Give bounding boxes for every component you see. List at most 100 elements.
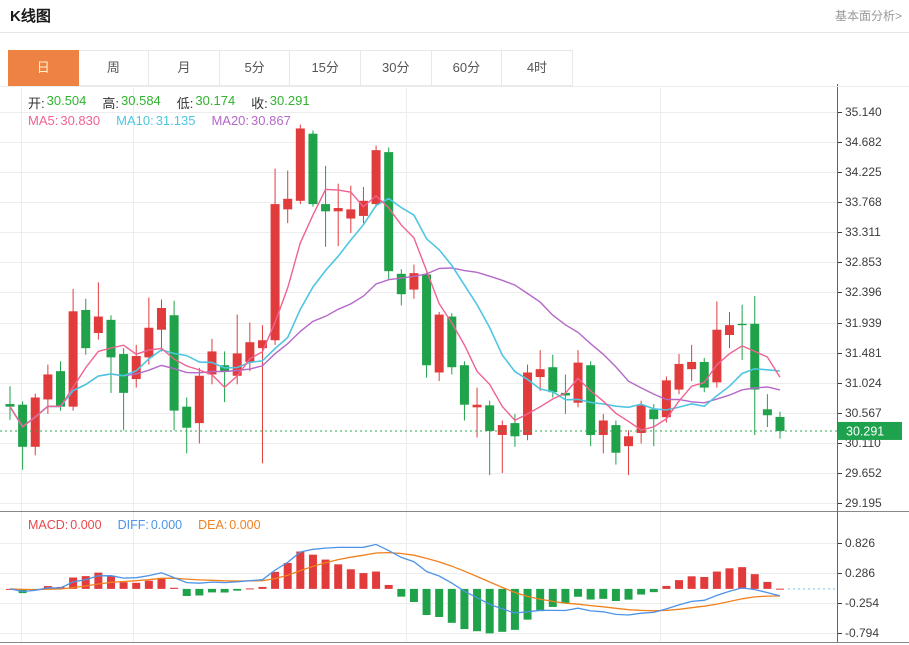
high-readout: 高:30.584 [102, 93, 160, 112]
ma20-readout: MA20:30.867 [211, 113, 290, 128]
macd-bar [397, 589, 405, 597]
ma5-label: MA5: [28, 113, 58, 128]
ohlc-readout: 开:30.504 高:30.584 低:30.174 收:30.291 [28, 93, 326, 112]
candle-down [106, 320, 115, 357]
tab-4时[interactable]: 4时 [502, 50, 573, 86]
macd-bar [385, 585, 393, 589]
header-divider [0, 32, 909, 33]
macd-bar [561, 589, 569, 604]
macd-bar [549, 589, 557, 607]
candle-down [586, 365, 595, 435]
price-tick-label: 34.225 [845, 165, 882, 179]
dea-value: 0.000 [229, 518, 260, 532]
macd-bar [524, 589, 532, 620]
candle-up [195, 376, 204, 423]
tab-5分[interactable]: 5分 [220, 50, 291, 86]
macd-bar [675, 580, 683, 589]
macd-bar [372, 572, 380, 589]
candle-down [6, 404, 15, 407]
macd-bar [233, 589, 241, 591]
macd-tick-label: -0.794 [845, 626, 879, 640]
macd-tick-label: 0.286 [845, 566, 875, 580]
macd-bar [776, 589, 784, 590]
ma20-label: MA20: [211, 113, 249, 128]
candles[interactable] [6, 124, 785, 475]
macd-bar [359, 573, 367, 589]
open-readout: 开:30.504 [28, 93, 86, 112]
open-value: 30.504 [47, 93, 87, 112]
price-tick-label: 33.768 [845, 195, 882, 209]
tab-15分[interactable]: 15分 [290, 50, 361, 86]
macd-bar [763, 582, 771, 589]
candle-up [346, 209, 355, 218]
candle-down [611, 425, 620, 453]
macd-bar [662, 586, 670, 589]
ma5-value: 30.830 [60, 113, 100, 128]
macd-bar [713, 572, 721, 589]
candle-up [283, 199, 292, 210]
candle-up [473, 405, 482, 408]
macd-bar [271, 572, 279, 589]
diff-label: DIFF: [118, 518, 149, 532]
header: K线图 基本面分析> [10, 5, 902, 26]
macd-bar [612, 589, 620, 601]
interval-tabs: 日周月5分15分30分60分4时 [8, 50, 573, 86]
diff-line [10, 544, 780, 615]
candle-up [498, 425, 507, 435]
macd-bar [448, 589, 456, 623]
candle-up [435, 315, 444, 373]
macd-bar [637, 589, 645, 595]
diff-value: 0.000 [151, 518, 182, 532]
open-label: 开: [28, 93, 45, 112]
macd-bar [132, 583, 140, 589]
price-tick-label: 32.853 [845, 255, 882, 269]
ma10-value: 31.135 [156, 113, 196, 128]
candle-down [776, 417, 785, 431]
macd-tick-label: 0.826 [845, 536, 875, 550]
candle-up [43, 374, 52, 399]
tab-月[interactable]: 月 [149, 50, 220, 86]
macd-readout: MACD:0.000 DIFF:0.000 DEA:0.000 [28, 518, 277, 532]
high-label: 高: [102, 93, 119, 112]
candle-down [422, 274, 431, 365]
tab-30分[interactable]: 30分 [361, 50, 432, 86]
candle-down [510, 423, 519, 436]
macd-bar [94, 573, 102, 589]
price-tick-label: 31.481 [845, 346, 882, 360]
macd-bar [221, 589, 229, 593]
macd-bar [650, 589, 658, 592]
page-title: K线图 [10, 5, 51, 26]
tab-60分[interactable]: 60分 [432, 50, 503, 86]
macd-bar [120, 582, 128, 589]
ma-readout: MA5:30.830 MA10:31.135 MA20:30.867 [28, 113, 307, 128]
candle-down [170, 315, 179, 410]
price-tick-label: 32.396 [845, 285, 882, 299]
candle-down [308, 134, 317, 204]
tabs-underline [0, 86, 909, 87]
candle-up [712, 330, 721, 383]
macd-bar [700, 577, 708, 589]
low-readout: 低:30.174 [177, 93, 235, 112]
macd-bar [246, 588, 254, 589]
close-label: 收: [251, 93, 268, 112]
price-tick-label: 33.311 [845, 225, 881, 239]
candle-up [31, 397, 40, 446]
high-value: 30.584 [121, 93, 161, 112]
tab-周[interactable]: 周 [79, 50, 150, 86]
candle-down [119, 354, 128, 393]
candle-up [624, 436, 633, 446]
low-value: 30.174 [195, 93, 235, 112]
tab-日[interactable]: 日 [8, 50, 79, 86]
candle-up [536, 369, 545, 377]
macd-bar [738, 567, 746, 589]
macd-label: MACD: [28, 518, 68, 532]
macd-bar [688, 576, 696, 589]
macd-bar [157, 578, 165, 589]
current-price-tag-value: 30.291 [846, 424, 884, 438]
low-label: 低: [177, 93, 194, 112]
close-readout: 收:30.291 [251, 93, 309, 112]
macd-bar [751, 574, 759, 589]
macd-value-readout: MACD:0.000 [28, 518, 102, 532]
macd-histogram[interactable] [6, 552, 784, 634]
fundamental-analysis-link[interactable]: 基本面分析> [835, 7, 902, 24]
